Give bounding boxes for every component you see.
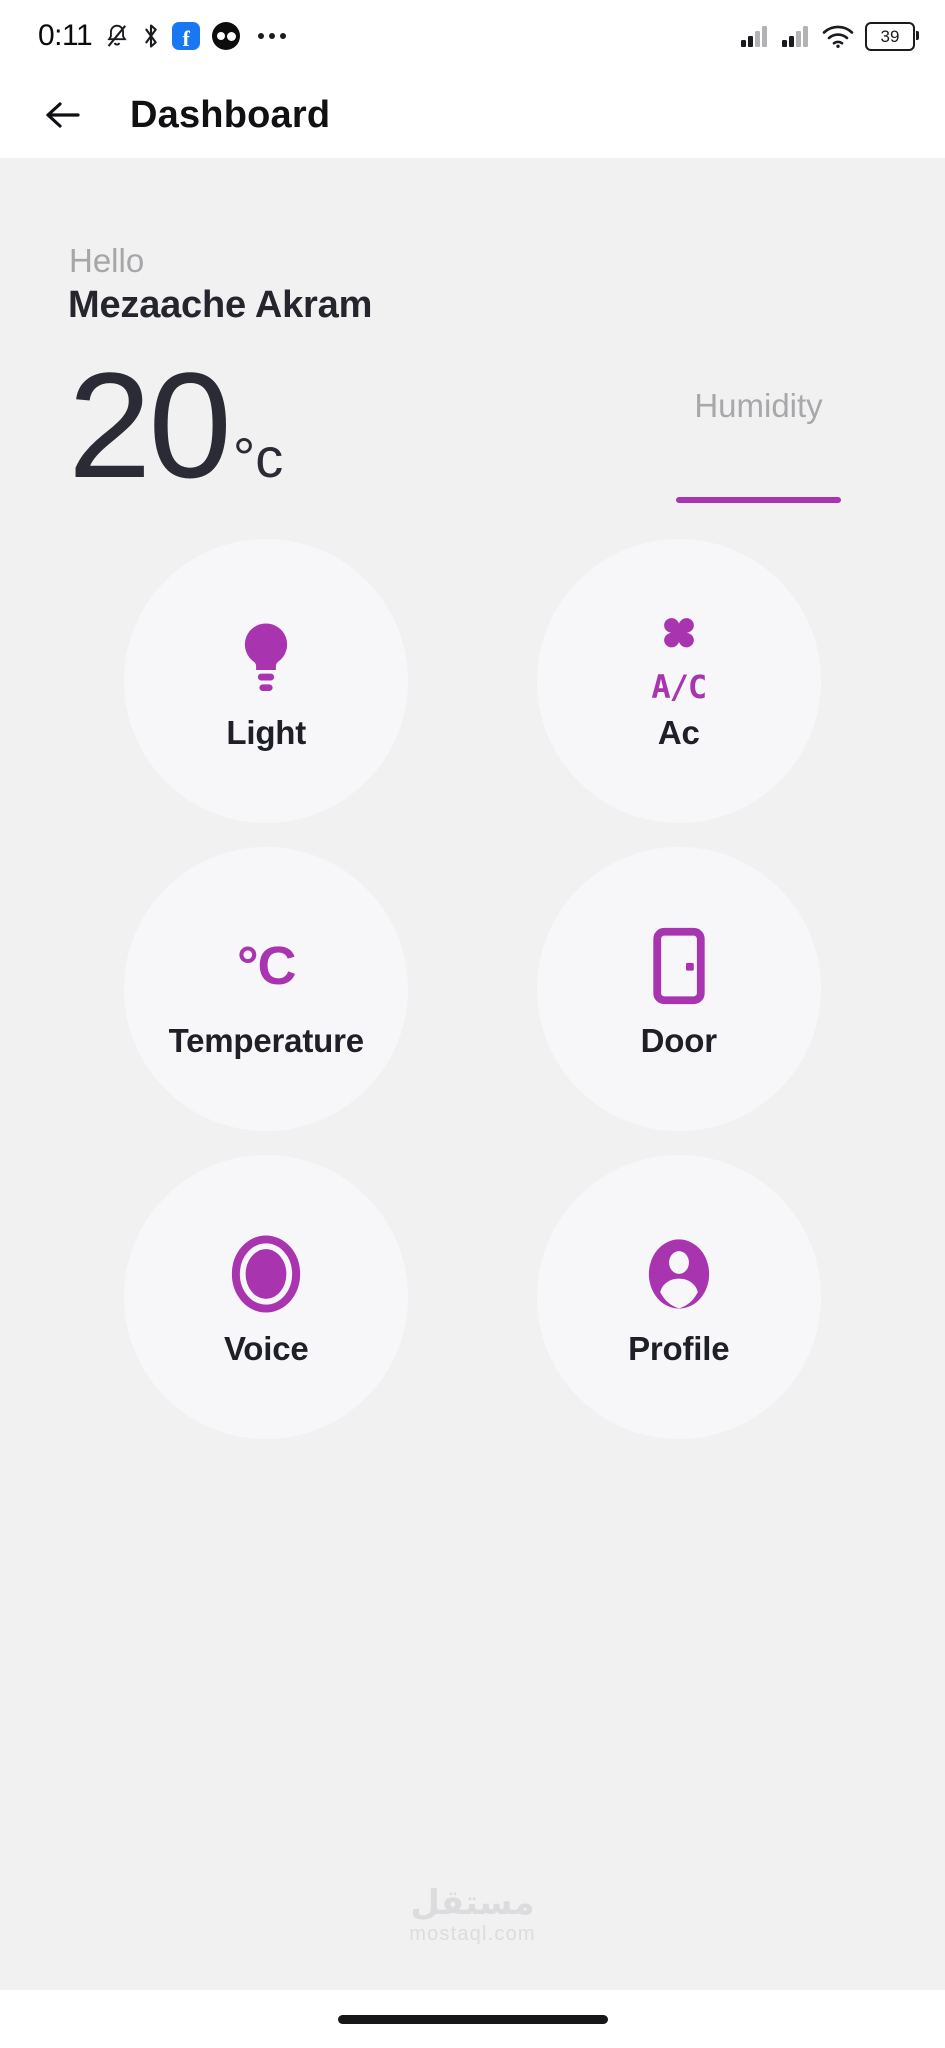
device-tile-grid: Light A/C Ac °C Temperature Door Voice P… <box>66 539 879 1440</box>
tile-label-voice: Voice <box>223 1330 309 1368</box>
status-clock: 0:11 <box>38 19 93 52</box>
signal-bars-sim1-icon <box>740 24 770 48</box>
door-icon <box>651 918 707 1014</box>
metrics-row: 20 °c Humidity <box>66 350 879 504</box>
tile-profile[interactable]: Profile <box>536 1155 821 1440</box>
page-title: Dashboard <box>130 93 331 136</box>
tile-temperature[interactable]: °C Temperature <box>124 847 409 1132</box>
system-nav-bar <box>0 1990 945 2048</box>
voice-circle-icon <box>230 1226 302 1322</box>
tile-light[interactable]: Light <box>124 539 409 824</box>
temperature-unit: °c <box>232 425 284 489</box>
greeting-salutation: Hello <box>69 242 145 279</box>
celsius-icon-text: °C <box>236 936 297 997</box>
status-bar: 0:11 f 39 <box>0 0 945 72</box>
tile-label-ac: Ac <box>657 714 700 752</box>
humidity-bar <box>676 497 841 504</box>
tile-door[interactable]: Door <box>536 847 821 1132</box>
phone-screen: 0:11 f 39 Dashboard Hello Mezaache Akram… <box>0 0 945 2048</box>
temperature-readout: 20 °c <box>68 350 283 500</box>
watermark-latin: mostaql.com <box>409 1923 536 1945</box>
temperature-value: 20 <box>68 340 232 509</box>
tile-label-temperature: Temperature <box>168 1022 364 1060</box>
overflow-app-icon <box>212 22 241 50</box>
signal-bars-sim2-icon <box>781 24 811 48</box>
battery-indicator: 39 <box>865 21 919 51</box>
watermark: مستقل mostaql.com <box>0 1886 945 1946</box>
humidity-label: Humidity <box>694 386 823 424</box>
more-dots-icon <box>258 33 287 39</box>
app-bar: Dashboard <box>0 72 945 158</box>
status-bar-left: 0:11 f <box>38 19 287 52</box>
tile-label-door: Door <box>640 1022 717 1060</box>
dashboard-content: Hello Mezaache Akram 20 °c Humidity Ligh… <box>0 158 945 1990</box>
back-button[interactable] <box>36 87 92 143</box>
tile-label-profile: Profile <box>628 1330 730 1368</box>
tile-label-light: Light <box>226 714 307 752</box>
arrow-left-icon <box>44 99 84 131</box>
home-gesture-handle[interactable] <box>337 2014 608 2024</box>
greeting-block: Hello Mezaache Akram <box>66 158 879 328</box>
bluetooth-icon <box>142 22 160 50</box>
greeting-user-name: Mezaache Akram <box>68 283 373 326</box>
celsius-icon: °C <box>236 918 297 1014</box>
tile-ac[interactable]: A/C Ac <box>536 539 821 824</box>
ac-icon-text: A/C <box>651 668 707 707</box>
user-avatar-icon <box>643 1226 715 1322</box>
facebook-icon: f <box>172 22 201 50</box>
fan-ac-icon: A/C <box>648 610 710 706</box>
watermark-arabic: مستقل <box>410 1883 535 1924</box>
status-bar-right: 39 <box>740 21 919 51</box>
lightbulb-icon <box>233 610 299 706</box>
wifi-icon <box>822 23 854 49</box>
humidity-readout: Humidity <box>676 350 841 504</box>
tile-voice[interactable]: Voice <box>124 1155 409 1440</box>
battery-level-label: 39 <box>880 26 900 46</box>
bell-muted-icon <box>104 22 130 50</box>
